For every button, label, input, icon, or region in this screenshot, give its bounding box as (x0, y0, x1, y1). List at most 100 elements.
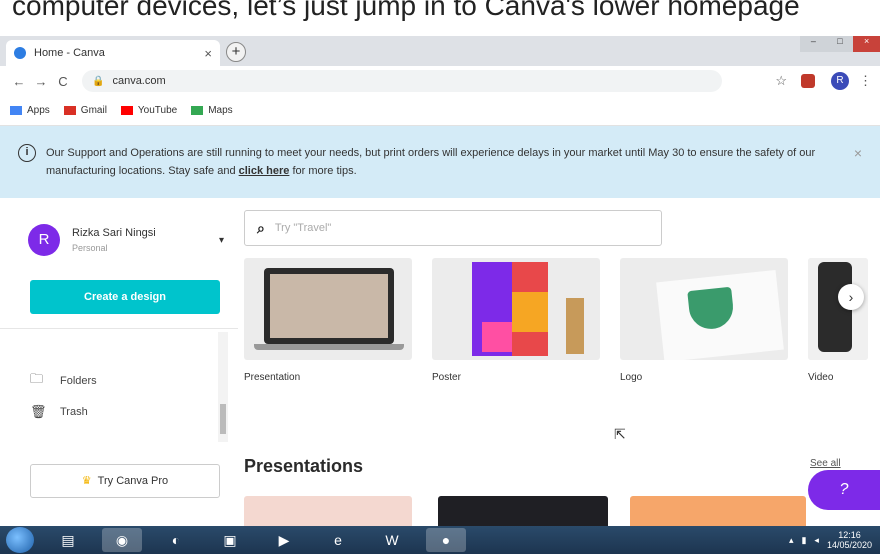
close-window-button[interactable]: × (853, 36, 880, 52)
crown-icon: ♛ (81, 475, 92, 487)
sidebar-item-folders[interactable]: 🗀 Folders (30, 370, 97, 392)
notice-message: Our Support and Operations are still run… (46, 144, 836, 198)
search-placeholder: Try "Travel" (274, 222, 332, 234)
presentation-template-3[interactable] (630, 496, 806, 526)
design-type-poster[interactable]: Poster (432, 258, 600, 383)
help-button[interactable]: ? (808, 470, 880, 510)
profile-avatar[interactable]: R (831, 72, 849, 90)
word-icon[interactable]: W (372, 528, 412, 552)
presentation-template-2[interactable] (438, 496, 608, 526)
bookmark-youtube[interactable]: YouTube (120, 105, 177, 116)
tab-close-button[interactable]: × (204, 46, 212, 61)
caption-text: computer devices, let’s just jump in to … (12, 0, 800, 21)
search-input[interactable]: ⌕ Try "Travel" (244, 210, 662, 246)
canva-favicon-icon (14, 47, 26, 59)
clock-date: 14/05/2020 (826, 540, 872, 550)
apps-grid-icon (10, 106, 22, 115)
internet-explorer-icon[interactable]: e (318, 528, 358, 552)
minimize-button[interactable]: – (800, 36, 827, 52)
banner-close-icon[interactable]: × (854, 144, 862, 198)
presentation-thumbnail (244, 258, 412, 360)
window-controls: – □ × (800, 36, 880, 52)
see-all-link[interactable]: See all (810, 458, 841, 469)
pencil-cup-image (566, 298, 584, 354)
network-app-icon[interactable]: ▣ (210, 528, 250, 552)
browser-tab[interactable]: Home - Canva × (6, 40, 220, 66)
create-design-button[interactable]: Create a design (30, 280, 220, 314)
trash-icon: 🗑 (30, 404, 47, 419)
user-name: Rizka Sari Ningsi (72, 227, 156, 239)
address-bar-row: ← → C 🔒 canva.com ☆ R ⋮ (0, 66, 880, 96)
back-arrow-icon[interactable]: ← (8, 74, 30, 89)
bookmark-apps[interactable]: Apps (10, 105, 50, 116)
extension-icon[interactable] (801, 74, 815, 88)
maps-icon (191, 106, 204, 115)
laptop-image (254, 268, 404, 350)
bookmark-gmail[interactable]: Gmail (63, 105, 107, 116)
forward-arrow-icon[interactable]: → (30, 74, 52, 89)
windows-taskbar: ▤ ◉ ◐ ▣ ▶ e W ● ▴ ▮ ◂ 12:16 14/05/2020 (0, 526, 880, 554)
sidebar-divider (0, 328, 238, 329)
notice-text-end: for more tips. (289, 165, 357, 177)
presentation-template-1[interactable] (244, 496, 412, 526)
maximize-button[interactable]: □ (826, 36, 854, 52)
notice-banner: i Our Support and Operations are still r… (0, 126, 880, 198)
chevron-right-icon[interactable]: › (838, 284, 864, 310)
gmail-icon (63, 106, 76, 115)
sidebar-item-label: Folders (60, 375, 97, 387)
design-type-logo[interactable]: Logo (620, 258, 788, 383)
bookmark-label: Apps (27, 105, 50, 116)
new-tab-button[interactable]: + (226, 42, 246, 62)
scrollbar-thumb[interactable] (220, 404, 226, 434)
search-icon: ⌕ (257, 219, 265, 236)
volume-icon[interactable]: ◂ (814, 535, 819, 546)
design-type-label: Poster (432, 372, 461, 383)
bookmark-label: Gmail (80, 105, 107, 116)
bookmarks-bar: Apps Gmail YouTube Maps (0, 96, 880, 126)
avatar: R (28, 224, 60, 256)
start-button-icon[interactable] (6, 527, 34, 553)
poster-thumbnail (432, 258, 600, 360)
youtube-icon (120, 106, 133, 115)
sidebar-item-label: Trash (60, 406, 88, 418)
logo-thumbnail (620, 258, 788, 360)
notice-text: Our Support and Operations are still run… (46, 147, 816, 177)
browser-tab-bar: Home - Canva × + – □ × (0, 36, 880, 66)
tray-arrow-icon[interactable]: ▴ (789, 535, 794, 546)
url-field[interactable]: 🔒 canva.com (82, 70, 722, 92)
recorder-icon[interactable]: ● (426, 528, 466, 552)
logo-card-image (656, 269, 784, 360)
design-type-label: Logo (620, 372, 643, 383)
network-icon[interactable]: ▮ (801, 535, 806, 546)
info-icon: i (18, 144, 36, 162)
clock-time: 12:16 (838, 530, 861, 540)
account-switcher[interactable]: R Rizka Sari Ningsi Personal ▾ (28, 224, 224, 256)
system-tray: ▴ ▮ ◂ 12:16 14/05/2020 (789, 530, 880, 550)
media-player-icon[interactable]: ▶ (264, 528, 304, 552)
video-caption: computer devices, let’s just jump in to … (0, 0, 880, 36)
bookmark-star-icon[interactable]: ☆ (775, 73, 787, 89)
menu-kebab-icon[interactable]: ⋮ (859, 73, 872, 89)
video-thumbnail (808, 258, 868, 360)
tab-title: Home - Canva (34, 47, 105, 59)
vlc-icon[interactable]: ◐ (156, 528, 196, 552)
mouse-cursor-icon: ⇱ (614, 426, 626, 442)
design-type-video[interactable]: Video (808, 258, 868, 383)
try-canva-pro-button[interactable]: ♛ Try Canva Pro (30, 464, 220, 498)
chrome-icon[interactable]: ◉ (102, 528, 142, 552)
url-text: canva.com (112, 75, 166, 87)
sidebar: R Rizka Sari Ningsi Personal ▾ Create a … (0, 198, 238, 526)
taskbar-clock[interactable]: 12:16 14/05/2020 (827, 530, 872, 550)
bookmark-maps[interactable]: Maps (191, 105, 233, 116)
sidebar-scrollbar[interactable] (218, 332, 228, 442)
chevron-down-icon[interactable]: ▾ (219, 235, 224, 246)
lock-icon: 🔒 (92, 75, 105, 87)
design-type-presentation[interactable]: Presentation (244, 258, 412, 383)
poster-image (472, 262, 548, 356)
click-here-link[interactable]: click here (239, 165, 290, 177)
design-type-label: Video (808, 372, 834, 383)
sidebar-item-trash[interactable]: 🗑 Trash (30, 404, 88, 420)
file-explorer-icon[interactable]: ▤ (48, 528, 88, 552)
try-pro-label: Try Canva Pro (97, 475, 169, 487)
reload-icon[interactable]: C (52, 74, 74, 89)
